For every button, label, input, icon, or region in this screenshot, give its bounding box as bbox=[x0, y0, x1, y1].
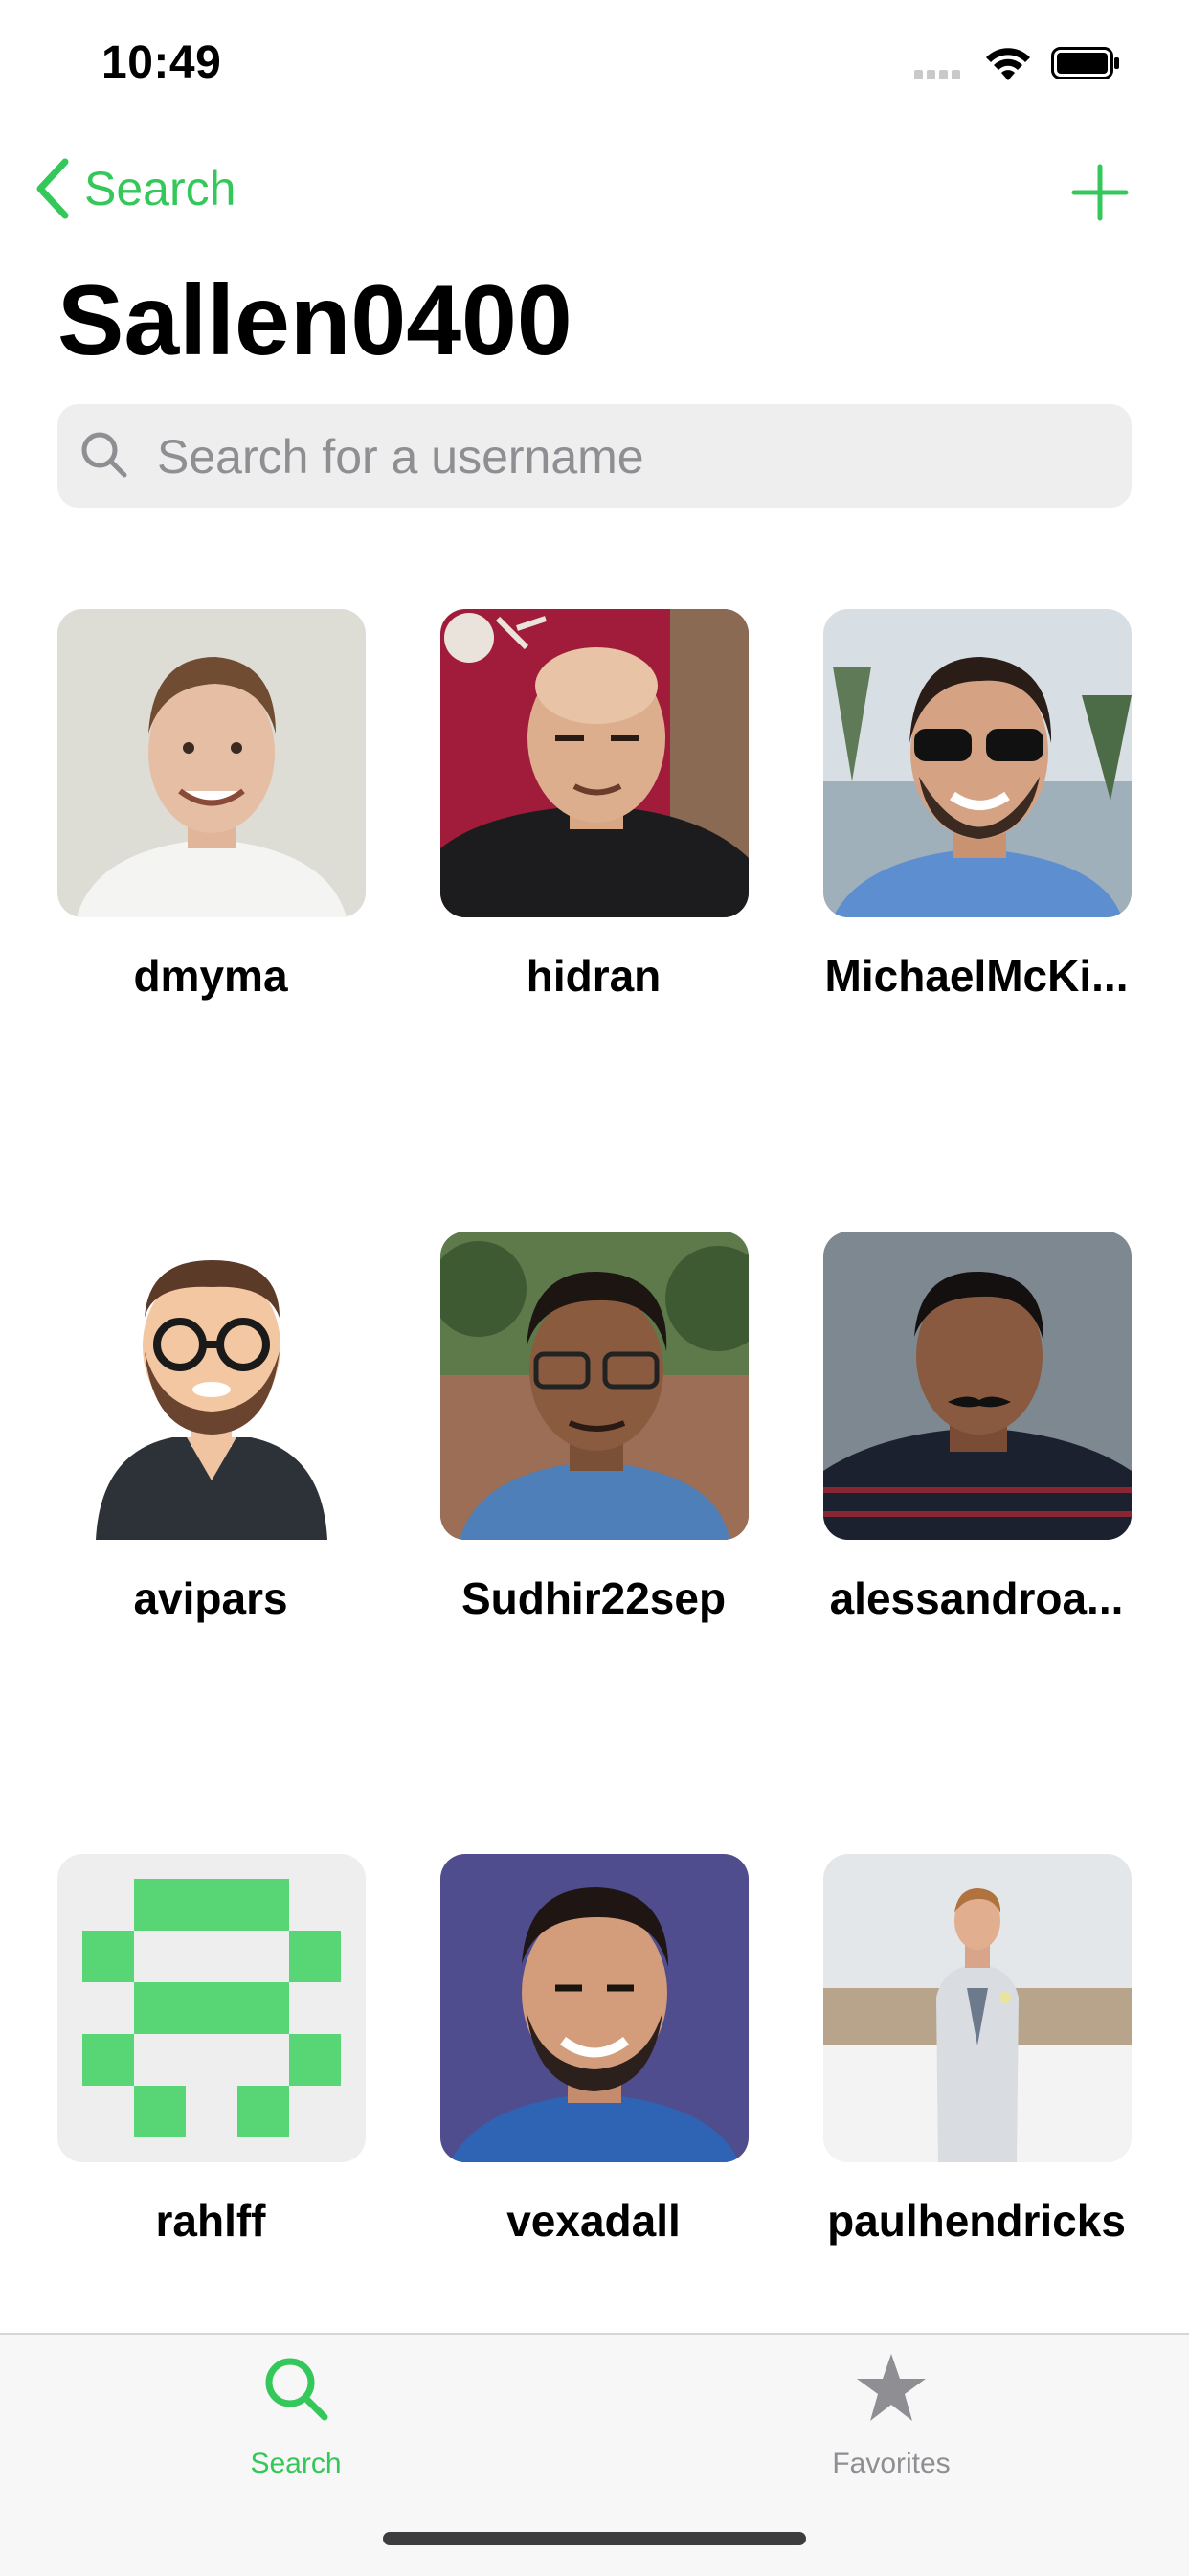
avatar[interactable] bbox=[57, 1232, 366, 1540]
tab-favorites-label: Favorites bbox=[832, 2448, 951, 2479]
search-bar[interactable] bbox=[57, 404, 1132, 509]
avatar[interactable] bbox=[823, 1854, 1132, 2162]
tab-search-label: Search bbox=[250, 2448, 342, 2479]
search-icon bbox=[265, 2358, 328, 2421]
battery-icon bbox=[1051, 47, 1119, 79]
tab-favorites[interactable]: Favorites bbox=[748, 2352, 1035, 2486]
follower-username: avipars bbox=[133, 1573, 288, 1623]
search-icon bbox=[81, 432, 127, 478]
avatar[interactable] bbox=[57, 1854, 366, 2162]
status-bar: 10:49 bbox=[0, 0, 1189, 134]
follower-username: hidran bbox=[526, 951, 662, 1001]
cellular-signal-icon bbox=[914, 67, 964, 84]
back-button-label: Search bbox=[84, 162, 236, 215]
status-time: 10:49 bbox=[101, 37, 222, 88]
avatar[interactable] bbox=[440, 1232, 749, 1540]
home-indicator bbox=[383, 2532, 806, 2545]
avatar[interactable] bbox=[57, 609, 366, 917]
tab-search[interactable]: Search bbox=[152, 2352, 439, 2486]
chevron-left-icon bbox=[36, 158, 69, 219]
plus-icon[interactable] bbox=[1070, 163, 1130, 222]
follower-username: paulhendricks bbox=[827, 2196, 1126, 2246]
follower-username: MichaelMcKi... bbox=[824, 951, 1129, 1001]
follower-username: Sudhir22sep bbox=[460, 1573, 727, 1623]
navigation-bar: Search bbox=[0, 144, 1189, 239]
search-input[interactable] bbox=[155, 404, 1107, 509]
avatar[interactable] bbox=[823, 1232, 1132, 1540]
star-icon bbox=[857, 2354, 926, 2421]
follower-username: dmyma bbox=[133, 951, 288, 1001]
follower-username: alessandroa... bbox=[829, 1573, 1124, 1623]
avatar[interactable] bbox=[440, 1854, 749, 2162]
back-button[interactable]: Search bbox=[33, 157, 236, 220]
avatar[interactable] bbox=[440, 609, 749, 917]
page-title: Sallen0400 bbox=[57, 265, 572, 376]
follower-username: vexadall bbox=[506, 2196, 681, 2246]
follower-username: rahlff bbox=[155, 2196, 266, 2246]
avatar[interactable] bbox=[823, 609, 1132, 917]
wifi-icon bbox=[986, 48, 1030, 80]
